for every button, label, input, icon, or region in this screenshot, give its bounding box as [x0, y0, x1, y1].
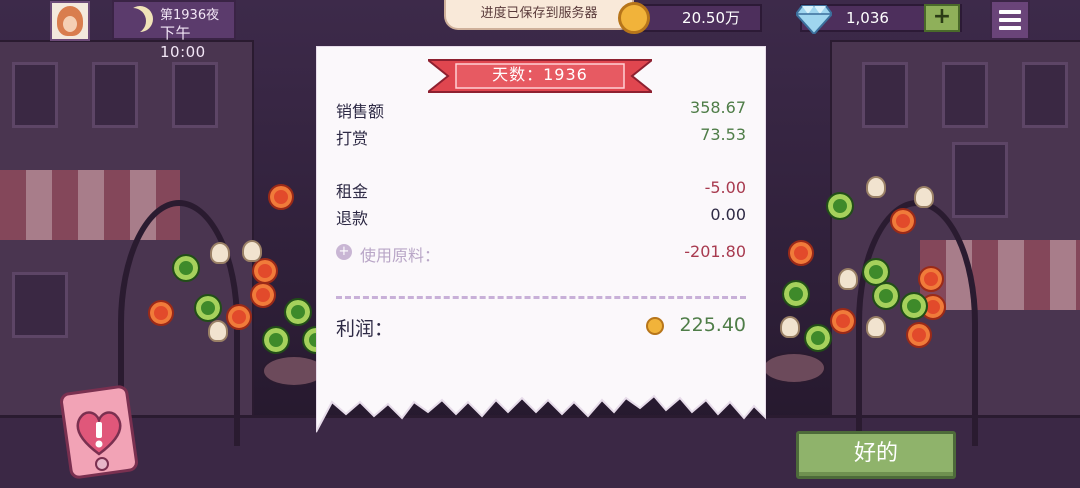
rent-value: -5.00	[704, 178, 746, 197]
cafe-table	[762, 352, 826, 384]
ingredients-value: -201.80	[684, 242, 746, 261]
garlic-clove-icon	[914, 186, 934, 208]
garlic-clove-icon	[242, 240, 262, 262]
profit-value: 225.40	[679, 314, 746, 336]
night-counter: 第1936夜 下午10:00	[112, 0, 236, 61]
window	[12, 272, 68, 338]
jalapeno-slice-icon	[172, 254, 200, 282]
game-clock: 下午10:00	[160, 24, 206, 61]
menu-button[interactable]	[990, 0, 1030, 40]
tomato-slice-icon	[890, 208, 916, 234]
tomato-slice-icon	[226, 304, 252, 330]
coin-icon	[646, 317, 664, 335]
jalapeno-slice-icon	[900, 292, 928, 320]
ok-button[interactable]: 好的	[796, 431, 956, 479]
window	[12, 62, 58, 128]
window	[1022, 62, 1068, 128]
window	[862, 62, 908, 128]
profit-label: 利润：	[336, 318, 394, 340]
player-avatar[interactable]	[50, 1, 90, 41]
jalapeno-slice-icon	[826, 192, 854, 220]
window	[952, 142, 1008, 218]
window	[942, 62, 988, 128]
jalapeno-slice-icon	[804, 324, 832, 352]
buy-gems-button[interactable]: +	[924, 4, 960, 32]
tomato-slice-icon	[830, 308, 856, 334]
expand-plus-icon[interactable]: +	[336, 244, 352, 260]
tomato-slice-icon	[906, 322, 932, 348]
menu-icon	[999, 26, 1021, 30]
tomato-slice-icon	[268, 184, 294, 210]
sales-label: 销售额	[336, 102, 385, 121]
coin-icon	[618, 2, 650, 34]
tips-value: 73.53	[700, 125, 746, 144]
tomato-slice-icon	[148, 300, 174, 326]
gem-icon	[796, 5, 832, 34]
garlic-clove-icon	[210, 242, 230, 264]
alert-heart-icon[interactable]	[60, 384, 138, 480]
moon-icon	[120, 8, 146, 34]
tomato-slice-icon	[918, 266, 944, 292]
window	[172, 62, 218, 128]
avatar-face-icon	[57, 6, 83, 36]
sales-value: 358.67	[690, 98, 746, 117]
garlic-clove-icon	[838, 268, 858, 290]
jalapeno-slice-icon	[872, 282, 900, 310]
menu-icon	[999, 10, 1021, 14]
tomato-slice-icon	[788, 240, 814, 266]
garlic-clove-icon	[780, 316, 800, 338]
refund-label: 退款	[336, 209, 369, 228]
tomato-slice-icon	[250, 282, 276, 308]
garlic-clove-icon	[866, 316, 886, 338]
receipt-divider	[336, 296, 746, 299]
tips-label: 打赏	[336, 129, 369, 148]
tomato-slice-icon	[252, 258, 278, 284]
rent-label: 租金	[336, 182, 369, 201]
window	[92, 62, 138, 128]
jalapeno-slice-icon	[262, 326, 290, 354]
garlic-clove-icon	[208, 320, 228, 342]
save-toast: 进度已保存到服务器	[444, 0, 634, 30]
ingredients-label: 使用原料：	[360, 246, 441, 265]
night-label: 第1936夜	[160, 8, 220, 23]
jalapeno-slice-icon	[782, 280, 810, 308]
jalapeno-slice-icon	[284, 298, 312, 326]
day-banner-label: 天数：1936	[492, 65, 588, 84]
jalapeno-slice-icon	[194, 294, 222, 322]
garlic-clove-icon	[866, 176, 886, 198]
refund-value: 0.00	[710, 205, 746, 224]
menu-icon	[999, 18, 1021, 22]
